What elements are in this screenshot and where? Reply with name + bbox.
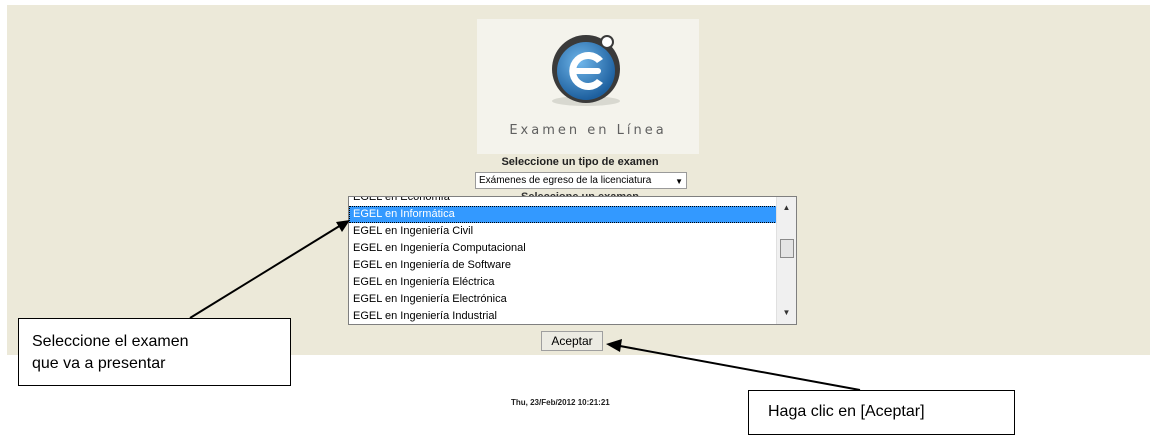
callout-left-line2: que va a presentar <box>32 355 166 372</box>
callout-select-exam: Seleccione el examen que va a presentar <box>18 318 291 386</box>
callout-left-line1: Seleccione el examen <box>32 333 189 350</box>
callout-click-aceptar: Haga clic en [Aceptar] <box>748 390 1015 435</box>
